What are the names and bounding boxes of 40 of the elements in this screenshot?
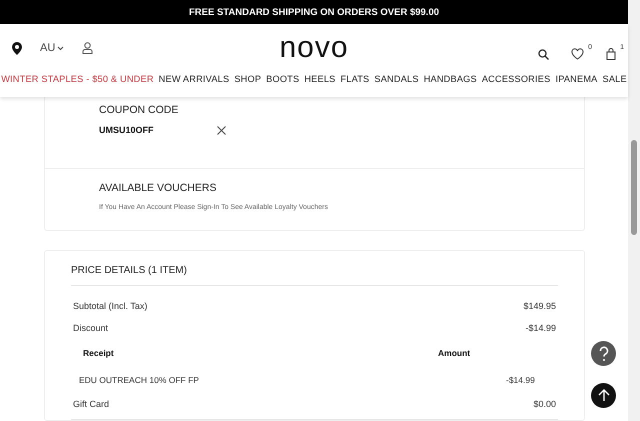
question-mark-icon (596, 346, 610, 362)
nav-link[interactable]: IPANEMA (555, 74, 598, 84)
nav-link[interactable]: SHOP (234, 74, 262, 84)
country-selector[interactable]: AU (40, 42, 64, 54)
help-button[interactable] (591, 341, 616, 366)
arrow-up-icon (598, 389, 610, 402)
nav-link[interactable]: NEW ARRIVALS (158, 74, 230, 84)
nav-link[interactable]: FLATS (340, 74, 370, 84)
price-label: Subtotal (Incl. Tax) (73, 301, 148, 311)
user-icon[interactable] (82, 42, 94, 54)
heart-icon[interactable] (571, 48, 584, 60)
coupon-code: UMSU10OFF (99, 125, 151, 135)
receipt-amount: -$14.99 (506, 374, 536, 384)
price-value: -$14.99 (525, 323, 556, 333)
receipt-name: EDU OUTREACH 10% OFF FP (79, 374, 200, 384)
price-value: $149.95 (523, 301, 556, 311)
back-to-top-button[interactable] (591, 383, 616, 408)
column-header: Amount (438, 348, 472, 358)
nav-link[interactable]: HANDBAGS (424, 74, 477, 84)
nav-link[interactable]: HEELS (304, 74, 336, 84)
nav-link[interactable]: BOOTS (266, 74, 300, 84)
nav-link[interactable]: ACCESSORIES (482, 74, 550, 84)
nav-link[interactable]: SALE (602, 74, 627, 84)
nav-link[interactable]: WINTER STAPLES - $50 & UNDER (1, 74, 154, 84)
search-icon[interactable] (538, 48, 549, 60)
price-details-title: PRICE DETAILS (1 ITEM) (71, 265, 558, 286)
vouchers-title: AVAILABLE VOUCHERS (99, 182, 218, 194)
nav-link[interactable]: SANDALS (374, 74, 419, 84)
store-logo[interactable]: novo (279, 31, 349, 65)
location-pin-icon[interactable] (12, 42, 22, 54)
price-label: Discount (73, 323, 108, 333)
scrollbar[interactable] (628, 0, 640, 421)
column-header: Receipt (83, 348, 115, 358)
coupon-title: COUPON CODE (99, 104, 180, 116)
shopping-bag-icon[interactable] (606, 48, 616, 60)
shipping-banner: FREE STANDARD SHIPPING ON ORDERS OVER $99.00 (0, 0, 628, 24)
price-label: Gift Card (73, 399, 110, 409)
chevron-down-icon (57, 46, 64, 50)
price-value: $0.00 (533, 399, 556, 409)
close-icon[interactable] (217, 126, 226, 134)
